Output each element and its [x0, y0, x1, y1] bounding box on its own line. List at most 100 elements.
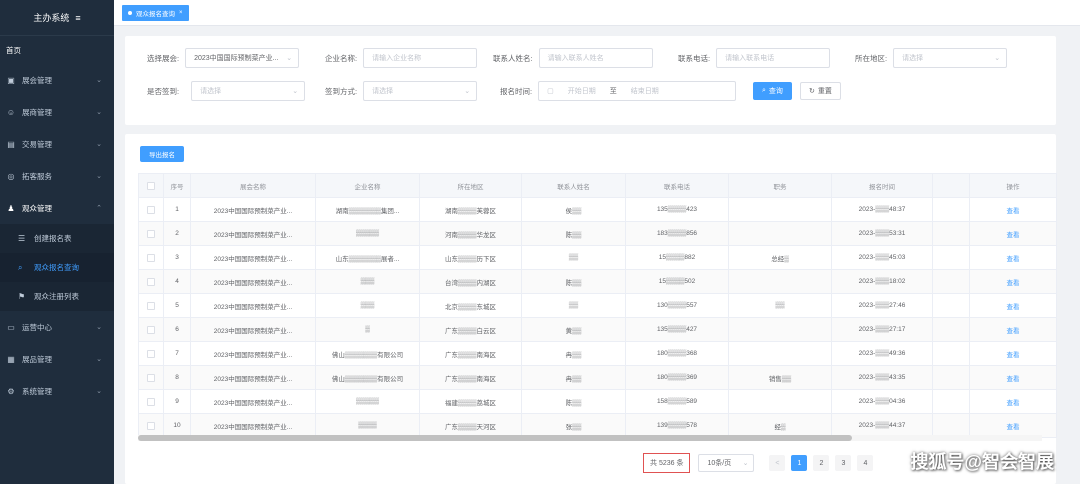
- row-checkbox[interactable]: [138, 197, 164, 222]
- row-checkbox[interactable]: [138, 269, 164, 294]
- company-placeholder: 请输入企业名称: [372, 55, 422, 62]
- table-row: 5 2023中国国际预制菜产业... ▒▒▒ 北京▒▒▒▒东城区 ▒▒ 130▒▒▒▒55…: [138, 293, 1057, 318]
- row-checkbox[interactable]: [138, 221, 164, 246]
- sidebar-item-service[interactable]: ◎ 拓客服务 ⌄: [0, 160, 114, 192]
- cell-company: 佛山▒▒▒▒▒▒▒有限公司: [315, 365, 420, 390]
- row-checkbox[interactable]: [138, 293, 164, 318]
- page-button-1[interactable]: 1: [791, 455, 808, 471]
- signed-select[interactable]: 请选择 ⌄: [191, 81, 306, 101]
- date-range-picker[interactable]: ▢ 开始日期 至 结束日期: [538, 81, 737, 101]
- checkbox-icon: [147, 277, 155, 286]
- chevron-down-icon: ⌄: [96, 324, 102, 331]
- cell-time: 2023-▒▒▒27:17: [831, 317, 933, 342]
- cell-company: ▒: [315, 317, 420, 342]
- checkbox-icon: [147, 253, 155, 262]
- col-header: 报名时间: [831, 173, 933, 198]
- col-header: 联系人姓名: [521, 173, 626, 198]
- view-link[interactable]: 查看: [969, 245, 1057, 270]
- chevron-down-icon: ⌄: [464, 88, 471, 95]
- checkbox-icon: [147, 181, 155, 190]
- contact-name-input[interactable]: 请输入联系人姓名: [538, 48, 653, 68]
- checkbox-icon: [147, 205, 155, 214]
- service-icon: ◎: [7, 171, 15, 181]
- reset-button[interactable]: ↻ 重置: [800, 82, 841, 100]
- col-header: 展会名称: [190, 173, 316, 198]
- view-link[interactable]: 查看: [969, 221, 1057, 246]
- view-link[interactable]: 查看: [969, 317, 1057, 342]
- row-checkbox[interactable]: [138, 317, 164, 342]
- row-checkbox[interactable]: [138, 413, 164, 438]
- sidebar-item-trade[interactable]: ▤ 交易管理 ⌄: [0, 128, 114, 160]
- results-table: 序号 展会名称 企业名称 所在地区 联系人姓名 联系电话 职务 报名时间 操作 …: [138, 173, 1057, 438]
- checkbox-icon: [147, 229, 155, 238]
- prev-page-button[interactable]: <: [769, 455, 786, 471]
- cell-time: 2023-▒▒▒53:31: [831, 221, 933, 246]
- watermark: 搜狐号@智会智展: [910, 452, 1054, 472]
- cell-time: 2023-▒▒▒49:36: [831, 341, 933, 366]
- table-row: 9 2023中国国际预制菜产业... ▒▒▒▒▒ 福建▒▒▒▒荔城区 陈▒▒ 158▒▒▒…: [138, 389, 1057, 414]
- sidebar-item-exhibits[interactable]: ▦ 展品管理 ⌄: [0, 343, 114, 375]
- view-link[interactable]: 查看: [969, 341, 1057, 366]
- export-button[interactable]: 导出报名: [140, 146, 184, 162]
- row-checkbox[interactable]: [138, 341, 164, 366]
- cell-contact: 冉▒▒: [521, 365, 626, 390]
- cell-no: 6: [163, 317, 191, 342]
- scrollbar-thumb[interactable]: [138, 435, 852, 441]
- select-all-checkbox[interactable]: [138, 173, 164, 198]
- search-button[interactable]: ⌕ 查询: [753, 82, 792, 100]
- sidebar-subitem-create-form[interactable]: ☰ 创建报名表: [0, 224, 114, 253]
- sidebar-item-home[interactable]: 首页: [0, 36, 114, 64]
- row-checkbox[interactable]: [138, 245, 164, 270]
- search-button-label: 查询: [768, 88, 783, 95]
- sidebar-item-ops[interactable]: ▭ 运营中心 ⌄: [0, 311, 114, 343]
- cell-contact: 张▒▒: [521, 413, 626, 438]
- row-checkbox[interactable]: [138, 365, 164, 390]
- region-select[interactable]: 请选择 ⌄: [893, 48, 1008, 68]
- view-link[interactable]: 查看: [969, 269, 1057, 294]
- sidebar-item-expo[interactable]: ▣ 展会管理 ⌄: [0, 64, 114, 96]
- date-range-separator: 至: [609, 88, 617, 95]
- horizontal-scrollbar[interactable]: [138, 435, 1042, 441]
- search-icon: ⌕: [18, 262, 23, 272]
- pagination: 共 5236 条 10条/页 ⌄ < 1 2 3 4: [643, 453, 876, 473]
- table-row: 10 2023中国国际预制菜产业... ▒▒▒▒ 广东▒▒▒▒天河区 张▒▒ 139▒▒▒…: [138, 413, 1057, 438]
- view-link[interactable]: 查看: [969, 293, 1057, 318]
- close-icon[interactable]: ×: [179, 10, 183, 16]
- sidebar-subitem-label: 观众注册列表: [34, 292, 79, 301]
- phone-label: 联系电话:: [678, 53, 711, 63]
- view-link[interactable]: 查看: [969, 389, 1057, 414]
- sidebar-item-audience[interactable]: ♟ 观众管理 ⌃: [0, 192, 114, 224]
- signup-time-label: 报名时间:: [500, 86, 533, 96]
- cell-region: 广东▒▒▒▒南海区: [419, 341, 522, 366]
- chevron-down-icon: ⌄: [96, 141, 102, 148]
- sidebar-item-label: 观众管理: [22, 203, 52, 213]
- sidebar-subitem-audience-query[interactable]: ⌕ 观众报名查询: [0, 253, 114, 282]
- view-link[interactable]: 查看: [969, 197, 1057, 222]
- row-checkbox[interactable]: [138, 389, 164, 414]
- sidebar-item-system[interactable]: ⚙ 系统管理 ⌄: [0, 375, 114, 407]
- view-link[interactable]: 查看: [969, 413, 1057, 438]
- cell-region: 广东▒▒▒▒天河区: [419, 413, 522, 438]
- menu-toggle-icon[interactable]: ≡: [75, 13, 80, 23]
- cell-expo: 2023中国国际预制菜产业...: [190, 365, 316, 390]
- page-button-4[interactable]: 4: [857, 455, 874, 471]
- table-row: 3 2023中国国际预制菜产业... 山东▒▒▒▒▒▒▒展者... 山东▒▒▒▒历下区…: [138, 245, 1057, 270]
- company-input[interactable]: 请输入企业名称: [363, 48, 478, 68]
- expo-select[interactable]: 2023中国国际预制菜产业... ⌄: [185, 48, 300, 68]
- sign-method-select[interactable]: 请选择 ⌄: [363, 81, 478, 101]
- filter-panel: 选择展会: 2023中国国际预制菜产业... ⌄ 企业名称: 请输入企业名称 联…: [125, 36, 1056, 125]
- cell-no: 2: [163, 221, 191, 246]
- sidebar-subitem-register-list[interactable]: ⚑ 观众注册列表: [0, 282, 114, 311]
- page-button-2[interactable]: 2: [813, 455, 830, 471]
- cell-company: ▒▒▒▒▒: [315, 389, 420, 414]
- cell-region: 湖南▒▒▒▒芙蓉区: [419, 197, 522, 222]
- view-link[interactable]: 查看: [969, 365, 1057, 390]
- cell-no: 9: [163, 389, 191, 414]
- page-size-select[interactable]: 10条/页 ⌄: [698, 454, 755, 472]
- cell-time: 2023-▒▒▒27:46: [831, 293, 933, 318]
- sidebar-item-exhibitors[interactable]: ☺ 展商管理 ⌄: [0, 96, 114, 128]
- phone-input[interactable]: 请输入联系电话: [716, 48, 831, 68]
- cell-expo: 2023中国国际预制菜产业...: [190, 245, 316, 270]
- tab-audience-query[interactable]: 观众报名查询 ×: [122, 4, 189, 21]
- page-button-3[interactable]: 3: [835, 455, 852, 471]
